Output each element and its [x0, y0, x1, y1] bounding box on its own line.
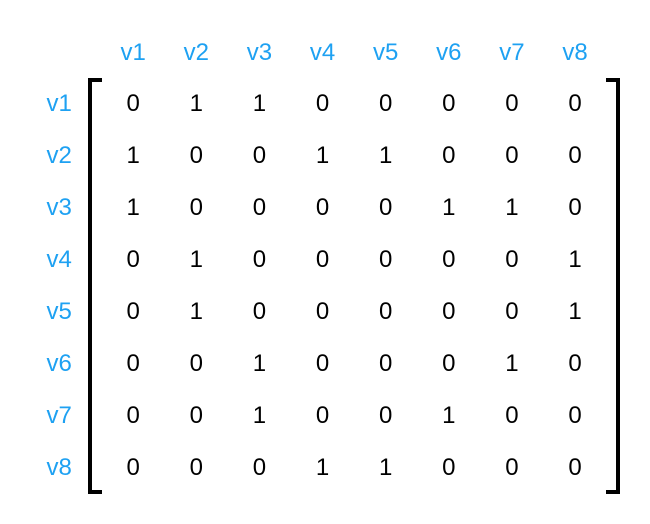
column-header-row: v1 v2 v3 v4 v5 v6 v7 v8 — [30, 28, 620, 78]
matrix-cell: 0 — [291, 182, 354, 234]
matrix-cell: 0 — [228, 442, 291, 494]
matrix-cell: 0 — [354, 234, 417, 286]
matrix-cell: 0 — [480, 286, 543, 338]
row-header: v8 — [30, 442, 88, 494]
matrix-row: v7 0 0 1 0 0 1 0 0 — [30, 390, 620, 442]
row-header: v6 — [30, 338, 88, 390]
matrix-cell: 0 — [102, 78, 165, 130]
col-header: v6 — [417, 28, 480, 78]
col-header: v5 — [354, 28, 417, 78]
matrix-cell: 0 — [291, 234, 354, 286]
matrix-cell: 0 — [417, 286, 480, 338]
col-header: v7 — [480, 28, 543, 78]
matrix-cell: 0 — [543, 442, 606, 494]
matrix-cell: 0 — [354, 390, 417, 442]
bracket-spacer-right — [607, 28, 620, 78]
matrix-cell: 0 — [291, 338, 354, 390]
matrix-row: v4 0 1 0 0 0 0 0 1 — [30, 234, 620, 286]
matrix-cell: 1 — [102, 130, 165, 182]
col-header: v2 — [165, 28, 228, 78]
matrix-cell: 1 — [165, 286, 228, 338]
adjacency-matrix: v1 v2 v3 v4 v5 v6 v7 v8 v1 0 1 1 0 0 0 0… — [30, 28, 620, 494]
matrix-cell: 0 — [417, 234, 480, 286]
matrix-cell: 1 — [543, 234, 606, 286]
matrix-cell: 0 — [543, 130, 606, 182]
matrix-cell: 0 — [417, 338, 480, 390]
matrix-row: v2 1 0 0 1 1 0 0 0 — [30, 130, 620, 182]
matrix-cell: 0 — [417, 130, 480, 182]
matrix-cell: 0 — [291, 390, 354, 442]
matrix-cell: 0 — [417, 78, 480, 130]
row-header: v1 — [30, 78, 88, 130]
row-header: v4 — [30, 234, 88, 286]
matrix-cell: 0 — [102, 338, 165, 390]
matrix-row: v3 1 0 0 0 0 1 1 0 — [30, 182, 620, 234]
matrix-cell: 0 — [543, 390, 606, 442]
adjacency-matrix-figure: v1 v2 v3 v4 v5 v6 v7 v8 v1 0 1 1 0 0 0 0… — [0, 0, 650, 524]
matrix-cell: 0 — [165, 182, 228, 234]
matrix-cell: 0 — [165, 442, 228, 494]
matrix-cell: 1 — [543, 286, 606, 338]
matrix-cell: 0 — [102, 286, 165, 338]
matrix-cell: 0 — [102, 442, 165, 494]
col-header: v1 — [102, 28, 165, 78]
matrix-cell: 0 — [354, 286, 417, 338]
matrix-cell: 0 — [480, 442, 543, 494]
matrix-cell: 0 — [543, 78, 606, 130]
col-header: v3 — [228, 28, 291, 78]
matrix-cell: 0 — [228, 182, 291, 234]
matrix-cell: 1 — [354, 442, 417, 494]
matrix-cell: 0 — [102, 390, 165, 442]
matrix-cell: 1 — [228, 78, 291, 130]
col-header: v4 — [291, 28, 354, 78]
matrix-cell: 1 — [228, 338, 291, 390]
matrix-cell: 0 — [354, 78, 417, 130]
matrix-cell: 1 — [291, 130, 354, 182]
matrix-cell: 0 — [543, 182, 606, 234]
matrix-cell: 0 — [480, 78, 543, 130]
matrix-cell: 1 — [480, 182, 543, 234]
matrix-cell: 0 — [480, 390, 543, 442]
matrix-row: v8 0 0 0 1 1 0 0 0 — [30, 442, 620, 494]
row-header: v5 — [30, 286, 88, 338]
row-header: v7 — [30, 390, 88, 442]
matrix-cell: 0 — [480, 130, 543, 182]
row-header: v2 — [30, 130, 88, 182]
matrix-row: v5 0 1 0 0 0 0 0 1 — [30, 286, 620, 338]
matrix-cell: 1 — [102, 182, 165, 234]
matrix-cell: 0 — [165, 390, 228, 442]
matrix-cell: 1 — [165, 234, 228, 286]
corner-cell — [30, 28, 88, 78]
matrix-cell: 1 — [417, 182, 480, 234]
matrix-cell: 0 — [165, 338, 228, 390]
matrix-cell: 1 — [480, 338, 543, 390]
matrix-cell: 0 — [543, 338, 606, 390]
row-header: v3 — [30, 182, 88, 234]
matrix-row: v6 0 0 1 0 0 0 1 0 — [30, 338, 620, 390]
matrix-cell: 0 — [354, 338, 417, 390]
matrix-cell: 0 — [417, 442, 480, 494]
matrix-cell: 0 — [228, 130, 291, 182]
matrix-cell: 1 — [417, 390, 480, 442]
matrix-cell: 1 — [291, 442, 354, 494]
col-header: v8 — [543, 28, 606, 78]
matrix-cell: 1 — [165, 78, 228, 130]
matrix-cell: 0 — [291, 286, 354, 338]
matrix-cell: 0 — [291, 78, 354, 130]
matrix-cell: 0 — [480, 234, 543, 286]
matrix-cell: 0 — [102, 234, 165, 286]
matrix-row: v1 0 1 1 0 0 0 0 0 — [30, 78, 620, 130]
matrix-cell: 0 — [354, 182, 417, 234]
bracket-spacer-left — [88, 28, 101, 78]
matrix-cell: 1 — [354, 130, 417, 182]
matrix-cell: 1 — [228, 390, 291, 442]
right-bracket — [607, 78, 620, 494]
matrix-cell: 0 — [228, 286, 291, 338]
matrix-cell: 0 — [165, 130, 228, 182]
matrix-cell: 0 — [228, 234, 291, 286]
left-bracket — [88, 78, 101, 494]
